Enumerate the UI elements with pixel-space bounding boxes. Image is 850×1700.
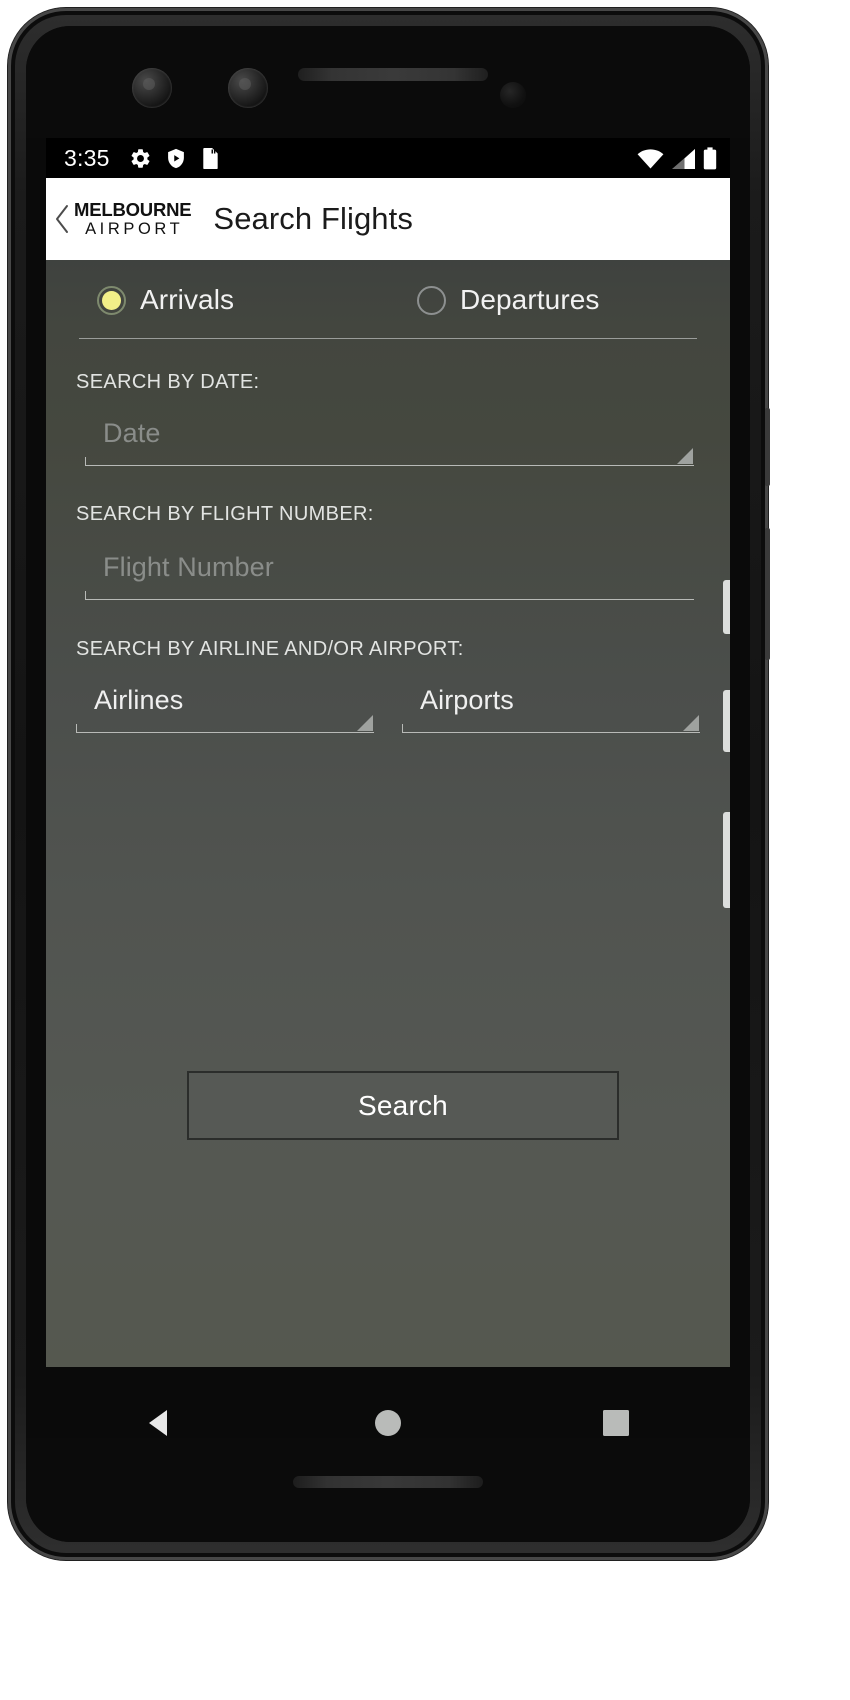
search-button[interactable]: Search <box>187 1071 619 1140</box>
label-search-by-flight-number: SEARCH BY FLIGHT NUMBER: <box>76 503 374 525</box>
airports-spinner-underline <box>402 732 700 733</box>
flight-number-underline-tick <box>85 591 86 600</box>
status-bar-clock: 3:35 <box>64 144 110 171</box>
nav-home-circle-icon[interactable] <box>318 1393 458 1439</box>
gear-icon <box>129 147 152 170</box>
date-spinner-underline <box>85 465 694 466</box>
status-bar-right-icons <box>637 146 717 170</box>
radio-departures-label: Departures <box>460 284 600 315</box>
field-group-airline-airport: SEARCH BY AIRLINE AND/OR AIRPORT: Airlin… <box>76 600 700 733</box>
field-group-flight-number: SEARCH BY FLIGHT NUMBER: Flight Number <box>76 466 700 600</box>
sd-card-icon <box>200 147 220 170</box>
airports-spinner-value: Airports <box>420 685 514 715</box>
date-spinner-placeholder: Date <box>103 418 161 448</box>
volume-button[interactable] <box>765 528 770 660</box>
phone-device-frame: 3:35 MELBOURNE AIRPORT Search Flights Ar… <box>8 8 770 1560</box>
bottom-speaker-grille <box>293 1476 483 1488</box>
airports-spinner-dropdown-triangle-icon[interactable] <box>683 715 699 731</box>
nav-back-triangle-icon[interactable] <box>90 1393 230 1439</box>
flight-number-placeholder: Flight Number <box>103 552 274 582</box>
radio-option-arrivals[interactable]: Arrivals <box>79 284 409 316</box>
airports-spinner-underline-tick <box>402 724 403 733</box>
radio-departures-icon[interactable] <box>417 285 446 315</box>
wifi-icon <box>637 148 664 170</box>
flight-number-field-wrapper: Flight Number <box>76 542 700 600</box>
logo-line-melbourne: MELBOURNE <box>74 198 192 220</box>
melbourne-airport-logo[interactable]: MELBOURNE AIRPORT <box>74 198 192 238</box>
scrollbar-thumb[interactable] <box>723 812 730 908</box>
label-search-by-date: SEARCH BY DATE: <box>76 371 260 393</box>
date-spinner-wrapper: Date <box>76 408 700 466</box>
app-bar: MELBOURNE AIRPORT Search Flights <box>46 178 730 260</box>
date-spinner-dropdown-triangle-icon[interactable] <box>677 448 693 464</box>
radio-arrivals-icon[interactable] <box>97 285 126 315</box>
phone-screen-area: 3:35 MELBOURNE AIRPORT Search Flights Ar… <box>26 26 750 1542</box>
date-spinner[interactable]: Date <box>85 408 694 466</box>
date-spinner-underline-tick <box>85 457 86 466</box>
radio-arrivals-label: Arrivals <box>140 284 235 315</box>
scroll-edge-chip <box>723 580 730 634</box>
radio-option-departures[interactable]: Departures <box>409 284 600 316</box>
status-bar-left-icons <box>129 147 220 170</box>
flight-direction-radio-group: Arrivals Departures <box>79 260 697 339</box>
field-group-date: SEARCH BY DATE: Date <box>76 339 700 466</box>
shield-play-icon <box>165 147 187 170</box>
airlines-spinner-dropdown-triangle-icon[interactable] <box>357 715 373 731</box>
airlines-spinner-value: Airlines <box>94 685 184 715</box>
front-camera-right-icon <box>228 68 268 108</box>
nav-recents-square-icon[interactable] <box>546 1393 686 1439</box>
airlines-spinner[interactable]: Airlines <box>76 675 374 733</box>
flight-number-underline <box>85 599 694 600</box>
radio-selected-dot <box>102 290 121 310</box>
earpiece-speaker <box>298 68 488 81</box>
power-button[interactable] <box>765 408 770 486</box>
back-chevron-icon[interactable] <box>51 199 73 239</box>
airports-spinner[interactable]: Airports <box>402 675 700 733</box>
status-bar: 3:35 <box>46 138 730 178</box>
page-title: Search Flights <box>213 201 413 236</box>
front-camera-left-icon <box>132 68 172 108</box>
cell-signal-icon <box>671 148 696 170</box>
phone-top-bezel <box>26 26 750 138</box>
android-navigation-bar <box>46 1367 730 1438</box>
main-content: Arrivals Departures SEARCH BY DATE: Date <box>46 260 730 1367</box>
battery-icon <box>703 146 717 170</box>
label-search-by-airline-airport: SEARCH BY AIRLINE AND/OR AIRPORT: <box>76 638 464 660</box>
phone-bottom-bezel <box>26 1438 750 1542</box>
logo-line-airport: AIRPORT <box>85 220 184 238</box>
scroll-edge-chip <box>723 690 730 752</box>
app-screen: 3:35 MELBOURNE AIRPORT Search Flights Ar… <box>46 138 730 1438</box>
airline-airport-row: Airlines Airports <box>76 675 700 733</box>
airlines-spinner-underline <box>76 732 374 733</box>
proximity-sensor-icon <box>500 82 526 108</box>
flight-number-input[interactable]: Flight Number <box>85 542 694 600</box>
airlines-spinner-underline-tick <box>76 724 77 733</box>
